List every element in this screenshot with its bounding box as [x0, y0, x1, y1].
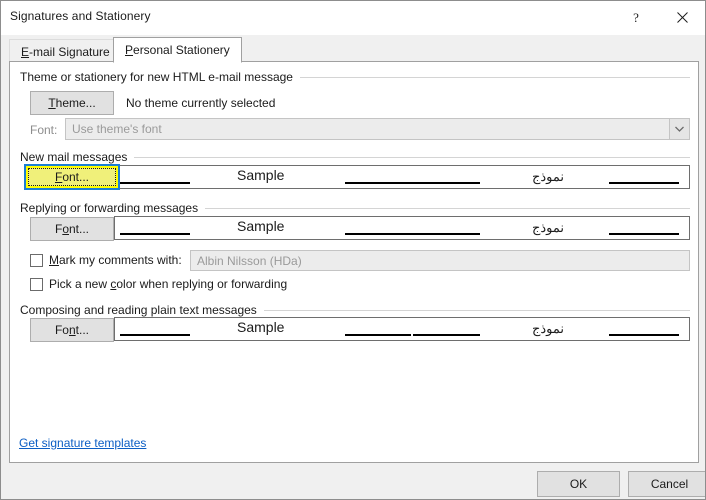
- close-icon[interactable]: [659, 1, 705, 33]
- theme-font-value: Use theme's font: [72, 122, 162, 136]
- group-label-plain-text: Composing and reading plain text message…: [20, 303, 257, 317]
- mark-comments-checkbox[interactable]: [30, 253, 43, 267]
- plain-text-font-button-label: Font...: [54, 323, 90, 337]
- tab-strip: E -mail Signature Personal Stationery: [1, 35, 705, 63]
- chevron-down-glyph: [675, 126, 684, 132]
- group-rule-plain-text: [263, 309, 690, 311]
- chevron-down-icon[interactable]: [669, 119, 689, 139]
- sample-arabic-text: نموذج: [532, 321, 565, 336]
- dialog-title: Signatures and Stationery: [10, 9, 151, 23]
- new-mail-font-button[interactable]: Font...: [24, 164, 120, 190]
- theme-font-combo[interactable]: Use theme's font: [65, 118, 690, 140]
- tab-panel-personal-stationery: Theme or stationery for new HTML e-mail …: [9, 61, 699, 463]
- tab-email-signature[interactable]: E -mail Signature: [9, 39, 122, 63]
- sample-rule: [120, 334, 190, 336]
- new-mail-sample-preview: Sample نموذج: [114, 165, 690, 189]
- sample-arabic-text: نموذج: [532, 220, 565, 235]
- group-header-theme: Theme or stationery for new HTML e-mail …: [20, 70, 690, 84]
- group-header-plain-text: Composing and reading plain text message…: [20, 303, 690, 317]
- pick-color-label: Pick a new color when replying or forwar…: [49, 277, 288, 291]
- group-label-reply: Replying or forwarding messages: [20, 201, 199, 215]
- sample-latin-text: Sample: [237, 218, 285, 234]
- pick-color-checkbox[interactable]: [30, 277, 43, 291]
- mark-comments-label: Mark my comments with:: [49, 253, 182, 267]
- sample-rule: [609, 334, 679, 336]
- sample-arabic-text: نموذج: [532, 169, 565, 184]
- tab-email-signature-acc: E: [21, 44, 30, 59]
- help-glyph: ?: [633, 9, 639, 25]
- help-icon[interactable]: ?: [613, 1, 659, 33]
- group-rule-new-mail: [134, 156, 690, 158]
- reply-font-button[interactable]: Font...: [30, 217, 114, 241]
- group-label-new-mail: New mail messages: [20, 150, 128, 164]
- title-bar: Signatures and Stationery ?: [1, 1, 705, 35]
- sample-rule: [120, 233, 190, 235]
- new-mail-font-button-label: Font...: [28, 168, 116, 186]
- reply-sample-preview: Sample نموذج: [114, 216, 690, 240]
- group-rule-theme: [299, 76, 690, 78]
- pick-color-checkbox-row[interactable]: Pick a new color when replying or forwar…: [30, 276, 287, 292]
- plain-text-sample-preview: Sample نموذج: [114, 317, 690, 341]
- tab-personal-stationery-acc: P: [125, 43, 134, 57]
- sample-rule: [345, 233, 480, 235]
- group-label-theme: Theme or stationery for new HTML e-mail …: [20, 70, 293, 84]
- reply-font-button-label: Font...: [54, 222, 90, 236]
- sample-latin-text: Sample: [237, 167, 285, 183]
- font-label: Font:: [30, 123, 58, 137]
- signatures-and-stationery-dialog: Signatures and Stationery ? E -mail Signa…: [0, 0, 706, 500]
- sample-rule: [609, 233, 679, 235]
- sample-rule: [120, 182, 190, 184]
- sample-rule: [413, 334, 480, 336]
- sample-latin-text: Sample: [237, 319, 285, 335]
- get-signature-templates-link[interactable]: Get signature templates: [19, 436, 146, 450]
- sample-rule: [609, 182, 679, 184]
- tab-personal-stationery-label: ersonal Stationery: [133, 43, 230, 57]
- ok-button[interactable]: OK: [537, 471, 620, 497]
- theme-status-text: No theme currently selected: [126, 96, 276, 110]
- mark-comments-checkbox-row[interactable]: Mark my comments with:: [30, 252, 182, 268]
- group-header-reply: Replying or forwarding messages: [20, 201, 690, 215]
- tab-email-signature-label: -mail Signature: [29, 44, 110, 59]
- group-header-new-mail: New mail messages: [20, 150, 690, 164]
- tab-personal-stationery[interactable]: Personal Stationery: [113, 37, 242, 63]
- group-rule-reply: [205, 207, 690, 209]
- plain-text-font-button[interactable]: Font...: [30, 318, 114, 342]
- close-glyph: [676, 11, 688, 23]
- cancel-button[interactable]: Cancel: [628, 471, 705, 497]
- theme-button-label: Theme...: [48, 96, 96, 110]
- sample-rule: [345, 334, 411, 336]
- sample-rule: [345, 182, 480, 184]
- mark-comments-input[interactable]: Albin Nilsson (HDa): [190, 250, 690, 271]
- theme-button[interactable]: Theme...: [30, 91, 114, 115]
- mark-comments-value: Albin Nilsson (HDa): [197, 253, 302, 268]
